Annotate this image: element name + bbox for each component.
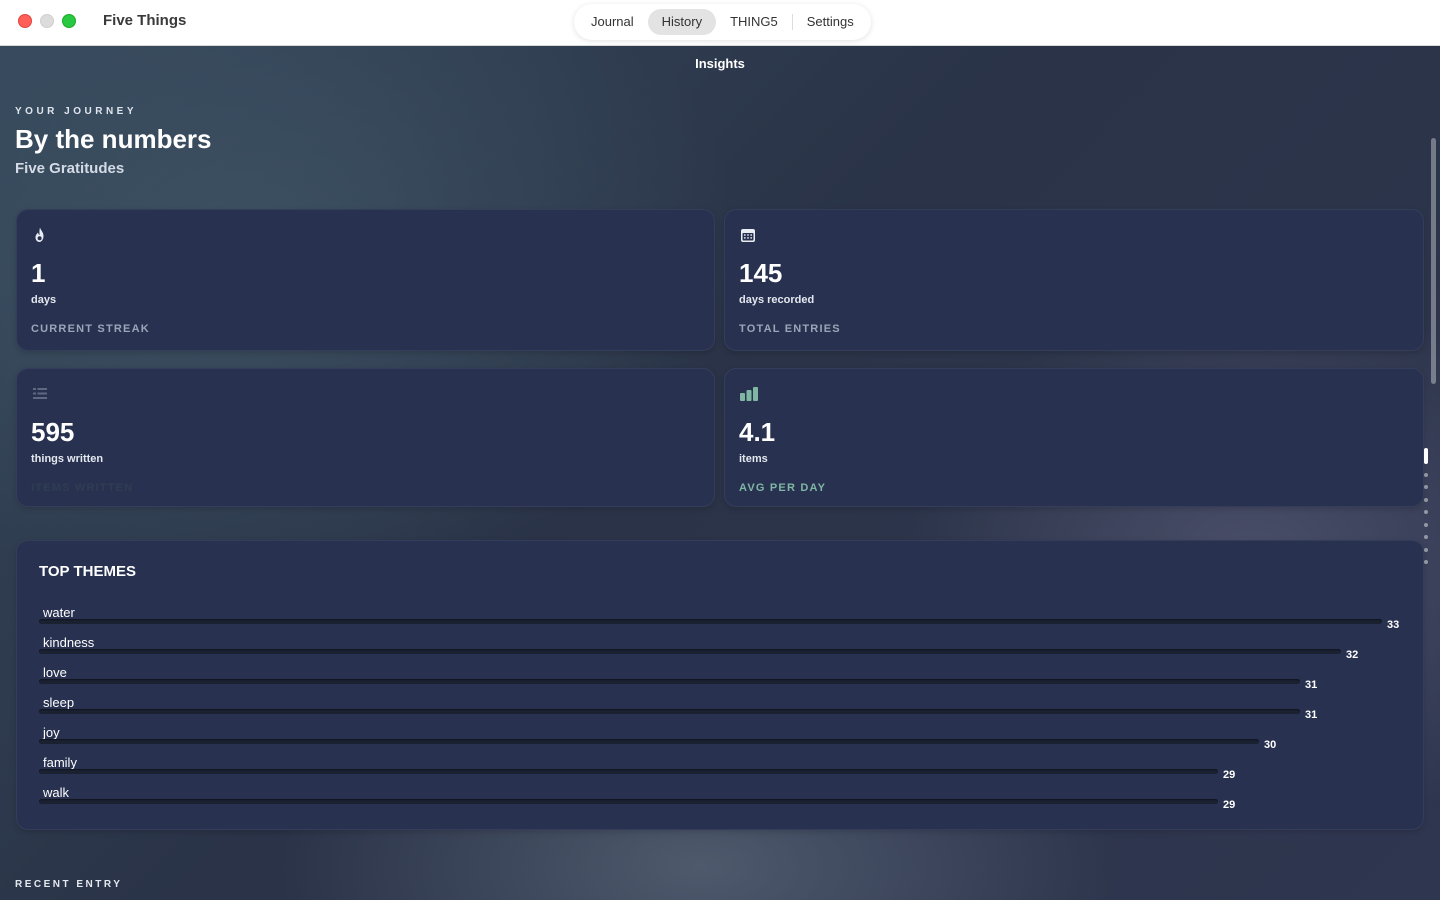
app-title: Five Things xyxy=(103,12,187,29)
page-dot-active[interactable] xyxy=(1424,448,1428,464)
theme-name: love xyxy=(43,665,67,680)
theme-bar xyxy=(39,619,1382,624)
theme-bar xyxy=(39,679,1300,684)
page-dot[interactable] xyxy=(1424,485,1428,489)
theme-bar xyxy=(39,769,1218,774)
theme-row: kindness 32 xyxy=(39,635,1419,665)
page-dot[interactable] xyxy=(1424,560,1428,564)
flame-icon xyxy=(35,227,44,242)
theme-bar xyxy=(39,799,1218,804)
tab-thing5[interactable]: THING5 xyxy=(716,9,792,35)
theme-count: 29 xyxy=(1223,799,1236,811)
theme-name: sleep xyxy=(43,695,75,710)
theme-row: family 29 xyxy=(39,755,1419,785)
streak-unit: days xyxy=(31,294,57,306)
total-entries-unit: days recorded xyxy=(739,294,815,306)
streak-label: CURRENT STREAK xyxy=(31,323,150,335)
avg-per-day-value: 4.1 xyxy=(739,417,776,447)
theme-bar xyxy=(39,649,1341,654)
theme-name: water xyxy=(43,605,75,620)
theme-name: kindness xyxy=(43,635,95,650)
page-dot[interactable] xyxy=(1424,510,1428,514)
theme-row: water 33 xyxy=(39,605,1419,635)
insights-content[interactable]: Insights YOUR JOURNEY By the numbers Fiv… xyxy=(0,46,1440,900)
journal-name: Five Gratitudes xyxy=(15,160,125,177)
recent-entry-label: RECENT ENTRY xyxy=(15,879,123,890)
theme-count: 32 xyxy=(1346,649,1359,661)
minimize-window-button[interactable] xyxy=(40,14,54,28)
theme-count: 31 xyxy=(1305,679,1318,691)
theme-bar xyxy=(39,709,1300,714)
tab-history[interactable]: History xyxy=(647,9,717,35)
page-title: By the numbers xyxy=(15,124,212,154)
page-dot[interactable] xyxy=(1424,535,1428,539)
section-eyebrow: YOUR JOURNEY xyxy=(15,106,138,117)
avg-per-day-card: 4.1 items AVG PER DAY xyxy=(724,368,1424,507)
total-entries-card: 145 days recorded TOTAL ENTRIES xyxy=(724,209,1424,351)
total-entries-label: TOTAL ENTRIES xyxy=(739,323,841,335)
text-lines-icon xyxy=(33,388,47,399)
current-streak-card: 1 days CURRENT STREAK xyxy=(16,209,715,351)
theme-name: family xyxy=(43,755,77,770)
streak-value: 1 xyxy=(31,258,46,288)
page-dots xyxy=(1423,448,1429,573)
theme-name: joy xyxy=(43,725,60,740)
items-written-label: ITEMS WRITTEN xyxy=(31,482,134,494)
items-written-value: 595 xyxy=(31,417,75,447)
bar-chart-icon xyxy=(740,387,758,401)
tab-settings[interactable]: Settings xyxy=(793,9,868,35)
zoom-window-button[interactable] xyxy=(62,14,76,28)
theme-bar xyxy=(39,739,1259,744)
close-window-button[interactable] xyxy=(18,14,32,28)
items-written-card: 595 things written ITEMS WRITTEN xyxy=(16,368,715,507)
page-heading: Insights xyxy=(695,56,745,71)
total-entries-value: 145 xyxy=(739,258,783,288)
theme-count: 33 xyxy=(1387,619,1400,631)
theme-name: walk xyxy=(43,785,70,800)
avg-per-day-label: AVG PER DAY xyxy=(739,482,827,494)
theme-row: love 31 xyxy=(39,665,1419,695)
theme-count: 30 xyxy=(1264,739,1277,751)
title-bar: Five Things Journal History THING5 Setti… xyxy=(0,0,1440,46)
top-themes-title: TOP THEMES xyxy=(39,563,136,580)
avg-per-day-unit: items xyxy=(739,453,768,465)
theme-row: sleep 31 xyxy=(39,695,1419,725)
items-written-unit: things written xyxy=(31,453,104,465)
page-dot[interactable] xyxy=(1424,547,1428,552)
top-themes-card: TOP THEMES water 33 kindness 32 love 31 sleep 3… xyxy=(16,540,1424,830)
theme-count: 31 xyxy=(1305,709,1318,721)
tab-journal[interactable]: Journal xyxy=(577,9,648,35)
page-dot[interactable] xyxy=(1424,522,1428,527)
main-nav-segmented-control: Journal History THING5 Settings xyxy=(574,4,871,40)
theme-row: walk 29 xyxy=(39,785,1419,815)
vertical-scrollbar[interactable] xyxy=(1431,138,1436,384)
calendar-icon xyxy=(741,229,755,242)
theme-count: 29 xyxy=(1223,769,1236,781)
theme-row: joy 30 xyxy=(39,725,1419,755)
page-dot[interactable] xyxy=(1424,497,1428,502)
page-dot[interactable] xyxy=(1424,472,1428,477)
